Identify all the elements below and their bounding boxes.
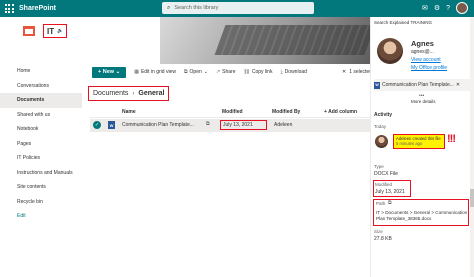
table-row[interactable]: ✓ W Communication Plan Template... ⧉ Jul… — [90, 119, 370, 132]
column-name[interactable]: Name — [122, 109, 136, 115]
share-label: Share — [222, 69, 236, 75]
nav-item-home[interactable]: Home — [0, 64, 82, 79]
download-button[interactable]: ⤓ Download — [280, 69, 306, 75]
size-label: Size — [374, 229, 383, 234]
share-icon[interactable]: ⧉ — [206, 121, 210, 127]
modified-value: July 13, 2021 — [375, 189, 405, 195]
activity-item-highlight: Adeleen created this file 5 minutes ago — [393, 134, 445, 149]
path-label: Path — [376, 201, 386, 206]
today-label: Today — [374, 124, 387, 129]
panel-file-name: Communication Plan Template... — [382, 82, 454, 88]
office-profile-link[interactable]: My Office profile — [411, 65, 447, 71]
activity-avatar — [375, 135, 388, 148]
new-button[interactable]: + New ⌄ — [92, 66, 127, 78]
column-modified[interactable]: Modified — [222, 109, 243, 115]
view-account-link[interactable]: View account — [411, 57, 441, 63]
details-panel: Search Explained TRAINING Agnes agnes@..… — [370, 17, 474, 277]
profile-name: Agnes — [411, 39, 434, 48]
copy-link-label: Copy link — [251, 69, 273, 75]
share-button[interactable]: ↗ Share — [216, 69, 236, 75]
search-placeholder: Search this library — [174, 5, 219, 11]
open-button[interactable]: ⧉ Open ⌄ — [184, 69, 208, 75]
more-details-link[interactable]: More details — [411, 99, 436, 104]
speaker-icon: 🔈 — [57, 28, 64, 34]
site-title[interactable]: IT — [47, 27, 54, 36]
exclamation-annotation: !!! — [447, 133, 456, 145]
suite-actions: ✉ ⚙ ? — [422, 2, 468, 14]
left-navigation: Home Conversations Documents Shared with… — [0, 64, 82, 277]
nav-item-pages[interactable]: Pages — [0, 137, 82, 152]
nav-edit-link[interactable]: Edit — [0, 209, 82, 224]
nav-item-notebook[interactable]: Notebook — [0, 122, 82, 137]
profile-card: Agnes agnes@... View account My Office p… — [371, 30, 474, 78]
breadcrumb: Documents › General — [88, 86, 170, 101]
nav-item-shared[interactable]: Shared with us — [0, 108, 82, 123]
row-checkmark-icon[interactable]: ✓ — [93, 121, 101, 129]
site-logo-icon — [23, 26, 35, 36]
word-file-icon: W — [374, 81, 380, 89]
file-name[interactable]: Communication Plan Template... — [122, 122, 194, 128]
activity-heading: Activity — [374, 112, 393, 118]
edit-grid-button[interactable]: ▦ Edit in grid view — [134, 69, 176, 75]
breadcrumb-documents[interactable]: Documents — [93, 90, 128, 97]
help-icon[interactable]: ? — [446, 5, 450, 12]
profile-avatar — [377, 38, 403, 64]
close-icon: ✕ — [342, 69, 347, 75]
download-icon: ⤓ — [280, 69, 283, 75]
size-value: 27.8 KB — [374, 236, 392, 242]
modified-label: Modified — [375, 182, 393, 187]
breadcrumb-general[interactable]: General — [138, 90, 164, 97]
open-label: Open — [189, 69, 202, 75]
profile-email: agnes@... — [411, 49, 434, 55]
modified-by-value[interactable]: Adeleen — [274, 122, 292, 128]
app-launcher-icon[interactable] — [3, 3, 15, 15]
search-box[interactable]: ⌕ Search this library — [162, 2, 314, 14]
word-file-icon: W — [108, 121, 115, 129]
command-bar: + New ⌄ ▦ Edit in grid view ⧉ Open ⌄ ↗ Share… — [82, 64, 370, 80]
new-button-label: + New — [98, 69, 115, 75]
chevron-right-icon: › — [132, 90, 135, 97]
account-avatar[interactable] — [456, 2, 468, 14]
settings-icon[interactable]: ⚙ — [434, 4, 440, 12]
download-label: Download — [284, 69, 307, 75]
type-value: DOCX File — [374, 171, 398, 177]
nav-item-conversations[interactable]: Conversations — [0, 79, 82, 94]
app-brand[interactable]: SharePoint — [19, 5, 56, 12]
chevron-down-icon: ⌄ — [203, 69, 208, 75]
close-icon[interactable]: ✕ — [456, 82, 460, 88]
panel-search-text: Search Explained TRAINING — [374, 20, 432, 25]
site-title-highlight: IT 🔈 — [43, 24, 68, 38]
nav-item-it-policies[interactable]: IT Policies — [0, 151, 82, 166]
column-modified-by[interactable]: Modified By — [272, 109, 300, 115]
chat-icon[interactable]: ✉ — [422, 4, 428, 12]
selection-count-label: 1 selected — [349, 69, 372, 75]
suite-bar: SharePoint ⌕ Search this library ✉ ⚙ ? — [0, 0, 474, 17]
nav-item-recycle-bin[interactable]: Recycle bin — [0, 195, 82, 210]
share-icon: ↗ — [215, 69, 221, 75]
modified-value: July 13, 2021 — [223, 122, 253, 128]
path-value[interactable]: IT > Documents > General > Communication… — [376, 210, 469, 222]
panel-file-title: W Communication Plan Template... ✕ — [374, 79, 470, 91]
chevron-down-icon: ⌄ — [114, 69, 121, 75]
copy-icon[interactable]: ⧉ — [388, 200, 392, 206]
edit-grid-label: Edit in grid view — [140, 69, 176, 75]
nav-item-documents[interactable]: Documents — [0, 93, 82, 108]
open-icon: ⧉ — [183, 69, 188, 75]
search-icon: ⌕ — [167, 4, 171, 11]
nav-item-site-contents[interactable]: Site contents — [0, 180, 82, 195]
activity-time: 5 minutes ago — [396, 141, 423, 147]
copy-link-button[interactable]: ⛓ Copy link — [244, 69, 273, 75]
selection-count[interactable]: ✕ 1 selected — [342, 64, 372, 80]
table-header: Name Modified Modified By + Add column — [90, 106, 370, 118]
type-label: Type — [374, 164, 384, 169]
link-icon: ⛓ — [243, 69, 250, 75]
nav-item-instructions[interactable]: Instructions and Manuals — [0, 166, 82, 181]
modified-cell-highlight: July 13, 2021 — [220, 120, 267, 130]
add-column-button[interactable]: + Add column — [324, 109, 357, 115]
site-logo[interactable] — [18, 20, 40, 42]
grid-icon: ▦ — [134, 69, 139, 75]
